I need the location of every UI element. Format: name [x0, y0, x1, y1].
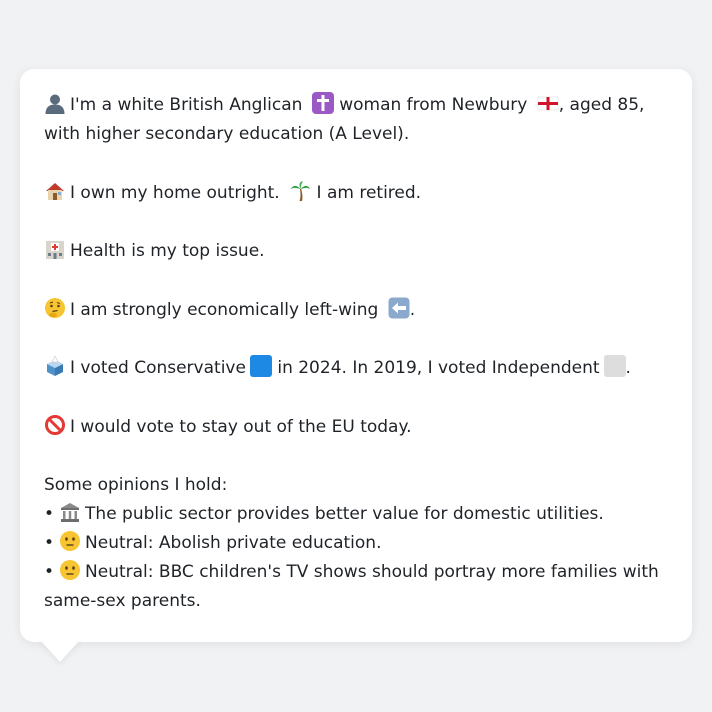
identity-text-b: woman from Newbury: [339, 95, 528, 115]
home-text: I own my home outright.: [70, 182, 280, 203]
eu-text: I would vote to stay out of the EU today…: [70, 416, 412, 437]
vote-text-b: in 2024. In 2019, I voted Independent: [277, 358, 600, 378]
identity-text-a: I'm a white British Anglican: [70, 95, 303, 115]
economics-paragraph: I am strongly economically left-wing .: [44, 296, 668, 325]
ballot-box-icon: [47, 355, 63, 376]
vote-text-a: I voted Conservative: [70, 358, 246, 378]
identity-paragraph: I'm a white British Anglican woman from …: [44, 91, 668, 149]
opinion-item-bbc-tv: • Neutral: BBC children's TV shows shoul…: [44, 558, 668, 616]
neutral-face-icon: [60, 560, 81, 580]
palm-tree-icon: [291, 180, 311, 201]
left-arrow-icon: [388, 297, 410, 318]
conservative-color-square: [249, 355, 272, 377]
voting-paragraph: I voted Conservative in 2024. In 2019, I…: [44, 354, 668, 383]
opinions-title: Some opinions I hold:: [44, 475, 228, 495]
retired-text: I am retired.: [316, 182, 422, 203]
independent-color-square: [603, 355, 626, 377]
bubble-tail: [40, 640, 80, 662]
opinion-text: Neutral: Abolish private education.: [85, 533, 382, 553]
england-flag-icon: [537, 96, 559, 111]
latin-cross-icon: [311, 92, 334, 114]
prohibited-icon: [45, 414, 65, 435]
vote-end: .: [625, 358, 631, 378]
persona-message-bubble: I'm a white British Anglican woman from …: [20, 69, 692, 642]
classical-building-icon: [61, 503, 80, 522]
bullet: •: [44, 533, 55, 553]
opinion-item-public-sector: • The public sector provides better valu…: [44, 500, 668, 529]
bullet: •: [44, 504, 55, 524]
house-icon: [46, 182, 64, 200]
hospital-icon: [46, 241, 64, 259]
opinion-item-private-education: • Neutral: Abolish private education.: [44, 529, 668, 558]
neutral-face-icon: [60, 531, 81, 551]
opinion-text: Neutral: BBC children's TV shows should …: [44, 562, 659, 611]
thinking-face-icon: [45, 297, 65, 318]
housing-paragraph: I own my home outright. I am retired.: [44, 179, 668, 208]
person-icon: [45, 94, 65, 114]
eu-paragraph: I would vote to stay out of the EU today…: [44, 413, 668, 442]
health-text: Health is my top issue.: [70, 241, 265, 261]
bullet: •: [44, 562, 55, 582]
economics-text: I am strongly economically left-wing: [70, 299, 379, 320]
opinion-text: The public sector provides better value …: [85, 504, 604, 524]
economics-end: .: [409, 299, 416, 320]
health-paragraph: Health is my top issue.: [44, 237, 668, 266]
